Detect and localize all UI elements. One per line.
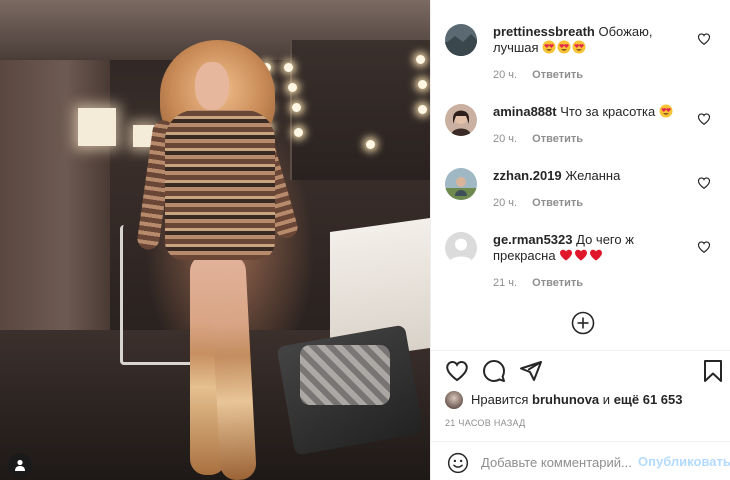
landscape-avatar-icon — [445, 24, 477, 56]
emoji-picker-icon[interactable] — [447, 452, 469, 474]
mirror-bulb — [418, 105, 427, 114]
comment-body: ge.rman5323 До чего ж прекрасна — [493, 232, 693, 264]
comment-bubble-icon[interactable] — [482, 359, 506, 383]
reply-button[interactable]: Ответить — [532, 133, 583, 145]
red-heart-emoji-icon — [590, 249, 603, 261]
post-timestamp[interactable]: 21 ЧАСОВ НАЗАД — [445, 418, 526, 428]
comment-text: Что за красотка — [560, 104, 656, 119]
heart-eyes-emoji-icon — [659, 104, 673, 118]
comment-item: zzhan.2019 Желанна 20 ч. Ответить — [445, 168, 725, 214]
mirror-bulb — [416, 55, 425, 64]
red-heart-emoji-icon — [560, 249, 573, 261]
comment-time: 21 ч. — [493, 277, 518, 289]
figure-face — [195, 62, 229, 110]
outdoor-avatar-icon — [445, 168, 477, 200]
comment-username[interactable]: amina888t — [493, 104, 557, 119]
mirror-bulb — [288, 83, 297, 92]
comment-input[interactable] — [481, 451, 641, 473]
commenter-avatar[interactable] — [445, 168, 477, 200]
comment-meta: 21 ч. Ответить — [493, 277, 595, 289]
comment-item: ge.rman5323 До чего ж прекрасна 21 ч. От… — [445, 232, 725, 294]
wall-lamp — [78, 108, 116, 146]
heart-eyes-emoji-icon — [542, 40, 556, 54]
liker-avatar[interactable] — [445, 391, 463, 409]
heart-outline-icon[interactable] — [697, 112, 711, 126]
mirror-bulb — [418, 80, 427, 89]
add-comment-form: Опубликовать — [431, 441, 730, 480]
divider — [431, 350, 730, 351]
heart-eyes-emoji-icon — [557, 40, 571, 54]
mirror-bulb — [284, 63, 293, 72]
heart-eyes-emoji-icon — [572, 40, 586, 54]
load-more-comments-icon[interactable] — [571, 311, 595, 335]
reply-button[interactable]: Ответить — [532, 69, 583, 81]
mirror-bulb — [294, 128, 303, 137]
commenter-avatar[interactable] — [445, 232, 477, 264]
comment-username[interactable]: zzhan.2019 — [493, 168, 562, 183]
commenter-avatar[interactable] — [445, 104, 477, 136]
comment-username[interactable]: prettinessbreath — [493, 24, 595, 39]
photo-clothes — [300, 345, 390, 405]
comment-time: 20 ч. — [493, 197, 518, 209]
likes-text: Нравится bruhunova и ещё 61 653 — [471, 390, 683, 410]
likes-connector: и — [602, 392, 611, 407]
comment-body: prettinessbreath Обожаю, лучшая — [493, 24, 693, 56]
mirror-bulb — [292, 103, 301, 112]
likes-count-link[interactable]: ещё 61 653 — [614, 392, 683, 407]
heart-outline-icon[interactable] — [697, 240, 711, 254]
post-side-panel: prettinessbreath Обожаю, лучшая 20 ч. От… — [430, 0, 730, 480]
comment-time: 20 ч. — [493, 133, 518, 145]
portrait-avatar-icon — [445, 104, 477, 136]
comment-time: 20 ч. — [493, 69, 518, 81]
heart-outline-icon[interactable] — [697, 32, 711, 46]
comment-item: prettinessbreath Обожаю, лучшая 20 ч. От… — [445, 24, 725, 86]
reply-button[interactable]: Ответить — [532, 197, 583, 209]
comment-meta: 20 ч. Ответить — [493, 133, 595, 145]
reply-button[interactable]: Ответить — [532, 277, 583, 289]
commenter-avatar[interactable] — [445, 24, 477, 56]
likes-prefix: Нравится — [471, 392, 529, 407]
comments-list: prettinessbreath Обожаю, лучшая 20 ч. От… — [431, 0, 730, 350]
comment-item: amina888t Что за красотка 20 ч. Ответить — [445, 104, 725, 150]
comment-body: zzhan.2019 Желанна — [493, 168, 693, 184]
comment-meta: 20 ч. Ответить — [493, 69, 595, 81]
default-avatar-icon — [445, 232, 477, 264]
person-icon — [15, 459, 25, 471]
photo-mirror — [290, 40, 430, 180]
comment-meta: 20 ч. Ответить — [493, 197, 595, 209]
bookmark-icon[interactable] — [701, 359, 725, 383]
publish-button[interactable]: Опубликовать — [638, 454, 730, 469]
figure-body — [165, 110, 275, 260]
tagged-users-button[interactable] — [8, 453, 32, 477]
share-paper-plane-icon[interactable] — [519, 359, 543, 383]
post-actions — [431, 355, 730, 387]
mirror-bulb — [366, 140, 375, 149]
like-heart-icon[interactable] — [445, 359, 469, 383]
liker-username[interactable]: bruhunova — [532, 392, 599, 407]
heart-outline-icon[interactable] — [697, 176, 711, 190]
comment-username[interactable]: ge.rman5323 — [493, 232, 573, 247]
comment-body: amina888t Что за красотка — [493, 104, 693, 120]
comment-text: Желанна — [565, 168, 621, 183]
likes-summary: Нравится bruhunova и ещё 61 653 — [445, 390, 730, 410]
post-photo[interactable] — [0, 0, 430, 480]
red-heart-emoji-icon — [575, 249, 588, 261]
